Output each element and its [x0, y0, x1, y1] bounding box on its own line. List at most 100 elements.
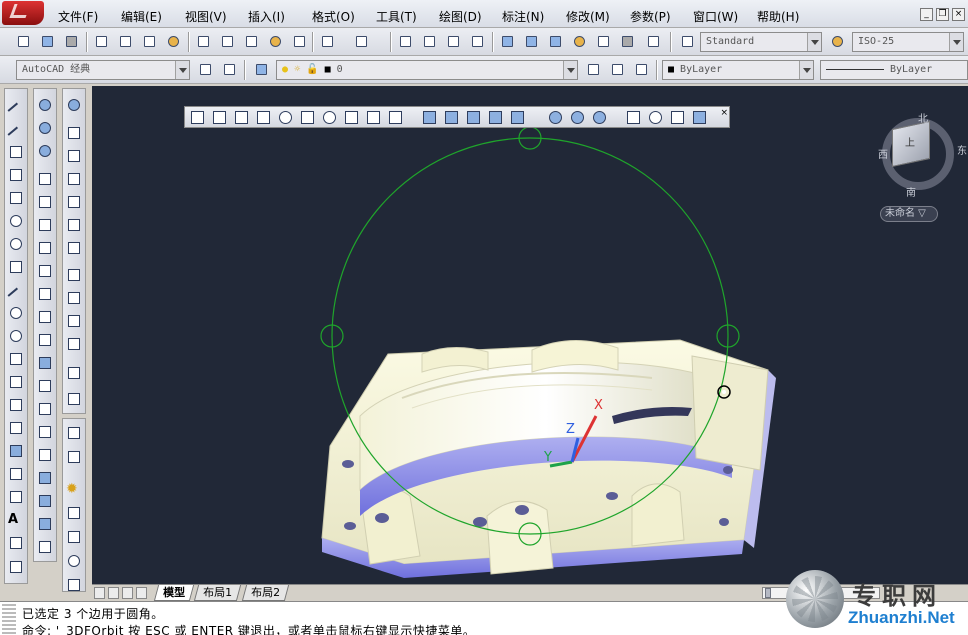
menu-insert[interactable]: 插入(I): [248, 8, 285, 25]
loft-icon[interactable]: [509, 109, 526, 126]
continuous-orbit-icon[interactable]: [37, 143, 53, 159]
polygon-icon[interactable]: [8, 167, 24, 183]
constrained-orbit-icon[interactable]: [37, 97, 53, 113]
pan-icon[interactable]: [396, 32, 414, 50]
text-style-icon[interactable]: [678, 32, 696, 50]
command-window-grip[interactable]: [2, 604, 16, 634]
scale-icon[interactable]: [37, 286, 53, 302]
revision-cloud-icon[interactable]: [8, 259, 24, 275]
make-block-icon[interactable]: [8, 374, 24, 390]
close-icon[interactable]: ×: [952, 8, 965, 21]
3d-dwf-icon[interactable]: [164, 32, 182, 50]
join-icon[interactable]: [37, 401, 53, 417]
helix-icon[interactable]: [66, 290, 82, 306]
undo-icon[interactable]: [318, 32, 336, 50]
fillet-icon[interactable]: [37, 447, 53, 463]
ellipse-arc-icon[interactable]: [8, 328, 24, 344]
publish-icon[interactable]: [140, 32, 158, 50]
explode-icon[interactable]: [37, 470, 53, 486]
zoom-previous-icon[interactable]: [468, 32, 486, 50]
3d-array-icon[interactable]: [691, 109, 708, 126]
presspull-icon[interactable]: [66, 365, 82, 381]
planar-surface-icon[interactable]: [387, 109, 404, 126]
trim-icon[interactable]: [37, 332, 53, 348]
redo-icon[interactable]: [352, 32, 370, 50]
free-orbit-icon[interactable]: [37, 120, 53, 136]
pyramid-icon[interactable]: [66, 267, 82, 283]
chamfer-icon[interactable]: [37, 424, 53, 440]
mapping-icon[interactable]: [66, 529, 82, 545]
arc-icon[interactable]: [8, 213, 24, 229]
box-icon[interactable]: [211, 109, 228, 126]
sweep-icon[interactable]: [66, 391, 82, 407]
materials-icon[interactable]: [66, 505, 82, 521]
scrollbar-thumb[interactable]: [765, 588, 771, 598]
cone-icon[interactable]: [255, 109, 272, 126]
zoom-window-icon[interactable]: [444, 32, 462, 50]
gradient-icon[interactable]: [8, 443, 24, 459]
tool-palettes-icon[interactable]: [546, 32, 564, 50]
navcube-view-menu[interactable]: 未命名 ▽: [880, 206, 938, 222]
insert-block-icon[interactable]: [8, 351, 24, 367]
rectangle-icon[interactable]: [8, 190, 24, 206]
last-tab-icon[interactable]: [136, 587, 147, 599]
text-style-dropdown[interactable]: Standard: [700, 32, 822, 52]
dimension-style-dropdown[interactable]: ISO-25: [852, 32, 964, 52]
wedge-icon[interactable]: [233, 109, 250, 126]
menu-view[interactable]: 视图(V): [185, 8, 227, 25]
menu-edit[interactable]: 编辑(E): [121, 8, 162, 25]
planar-surface-icon[interactable]: [66, 313, 82, 329]
tab-layout1[interactable]: 布局1: [193, 585, 242, 601]
wipeout-icon[interactable]: [8, 559, 24, 575]
union-icon[interactable]: [547, 109, 564, 126]
previous-tab-icon[interactable]: [108, 587, 119, 599]
offset-icon[interactable]: [37, 493, 53, 509]
color-dropdown[interactable]: ■ ByLayer: [662, 60, 814, 80]
design-center-icon[interactable]: [522, 32, 540, 50]
array-icon[interactable]: [37, 516, 53, 532]
extrude-icon[interactable]: [66, 336, 82, 352]
restore-icon[interactable]: ❐: [936, 8, 949, 21]
menu-help[interactable]: 帮助(H): [757, 8, 799, 25]
advanced-render-icon[interactable]: [66, 577, 82, 593]
print-preview-icon[interactable]: [116, 32, 134, 50]
new-file-icon[interactable]: [14, 32, 32, 50]
application-menu-button[interactable]: [2, 1, 44, 25]
box-icon[interactable]: [66, 125, 82, 141]
properties-icon[interactable]: [498, 32, 516, 50]
dimension-style-icon[interactable]: [828, 32, 846, 50]
linetype-dropdown[interactable]: ByLayer: [820, 60, 968, 80]
menu-parametric[interactable]: 参数(P): [630, 8, 671, 25]
render-icon[interactable]: [66, 449, 82, 465]
markup-icon[interactable]: [594, 32, 612, 50]
print-icon[interactable]: [92, 32, 110, 50]
sphere-icon[interactable]: [277, 109, 294, 126]
extrude-icon[interactable]: [421, 109, 438, 126]
paste-icon[interactable]: [242, 32, 260, 50]
rotate-icon[interactable]: [37, 263, 53, 279]
polysolid-icon[interactable]: [189, 109, 206, 126]
pyramid-icon[interactable]: [343, 109, 360, 126]
hide-icon[interactable]: [66, 425, 82, 441]
stretch-icon[interactable]: [37, 309, 53, 325]
sheet-set-icon[interactable]: [570, 32, 588, 50]
zoom-realtime-icon[interactable]: [420, 32, 438, 50]
menu-file[interactable]: 文件(F): [58, 8, 98, 25]
add-selected-icon[interactable]: [8, 535, 24, 551]
circle-icon[interactable]: [8, 236, 24, 252]
workspace-dropdown[interactable]: AutoCAD 经典: [16, 60, 190, 80]
intersect-icon[interactable]: [591, 109, 608, 126]
menu-draw[interactable]: 绘图(D): [439, 8, 482, 25]
layer-properties-icon[interactable]: [252, 60, 270, 78]
tab-model[interactable]: 模型: [153, 585, 195, 601]
break-icon[interactable]: [37, 378, 53, 394]
move-icon[interactable]: [37, 194, 53, 210]
render-environment-icon[interactable]: [66, 553, 82, 569]
close-icon[interactable]: ×: [720, 108, 728, 118]
torus-icon[interactable]: [66, 240, 82, 256]
sweep-icon[interactable]: [465, 109, 482, 126]
layer-previous-icon[interactable]: [608, 60, 626, 78]
presspull-icon[interactable]: [443, 109, 460, 126]
drawing-canvas[interactable]: X Y Z: [92, 86, 968, 584]
ellipse-icon[interactable]: [8, 305, 24, 321]
